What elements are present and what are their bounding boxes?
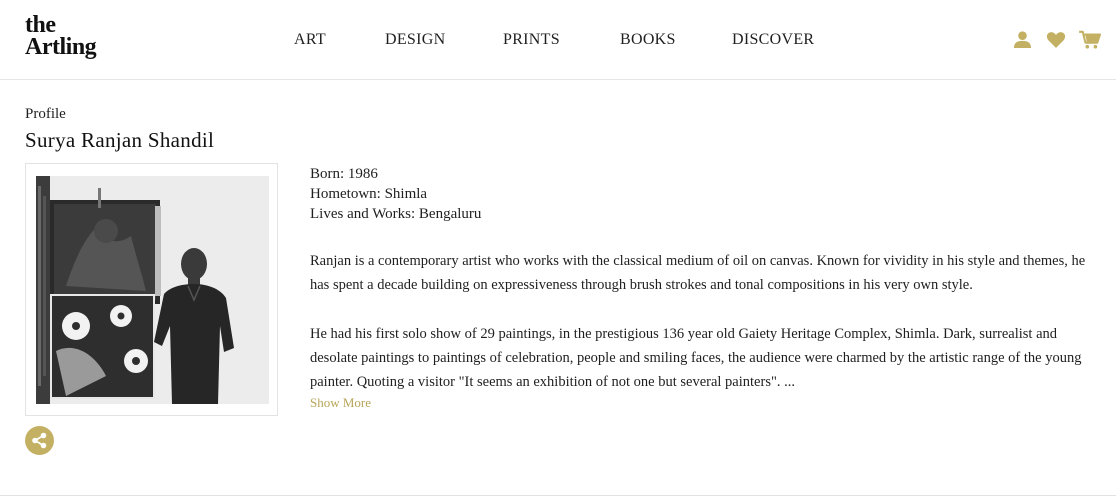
- share-button[interactable]: [25, 426, 54, 455]
- show-more-link[interactable]: Show More: [310, 395, 1095, 411]
- artist-photo: [36, 176, 269, 404]
- bio-paragraph-2: He had his first solo show of 29 paintin…: [310, 326, 1082, 390]
- artist-photo-card: [25, 163, 278, 416]
- lives-works-text: Lives and Works: Bengaluru: [310, 206, 482, 222]
- heart-icon[interactable]: [1046, 30, 1066, 53]
- logo-line-1: the: [25, 12, 56, 38]
- artist-facts: Born: 1986 Hometown: Shimla Lives and Wo…: [310, 164, 1095, 224]
- artist-details: Born: 1986 Hometown: Shimla Lives and Wo…: [310, 164, 1095, 411]
- nav-item-design[interactable]: DESIGN: [385, 31, 445, 49]
- site-logo[interactable]: the Artling: [25, 12, 97, 61]
- nav-item-books[interactable]: BOOKS: [620, 31, 676, 49]
- cart-icon[interactable]: [1078, 30, 1102, 53]
- divider: [0, 495, 1116, 496]
- nav-item-prints[interactable]: PRINTS: [503, 31, 560, 49]
- logo-line-2: Artling: [25, 34, 97, 61]
- bio-paragraph-1: Ranjan is a contemporary artist who work…: [310, 253, 1086, 293]
- born-text: Born: 1986: [310, 166, 378, 182]
- user-icon[interactable]: [1013, 30, 1032, 53]
- artist-name: Surya Ranjan Shandil: [25, 128, 215, 152]
- hometown-text: Hometown: Shimla: [310, 186, 428, 202]
- profile-label: Profile: [25, 106, 66, 122]
- share-icon: [32, 432, 47, 449]
- site-header: the Artling ART DESIGN PRINTS BOOKS DISC…: [0, 0, 1116, 80]
- nav-item-art[interactable]: ART: [294, 31, 326, 49]
- nav-item-discover[interactable]: DISCOVER: [732, 31, 814, 49]
